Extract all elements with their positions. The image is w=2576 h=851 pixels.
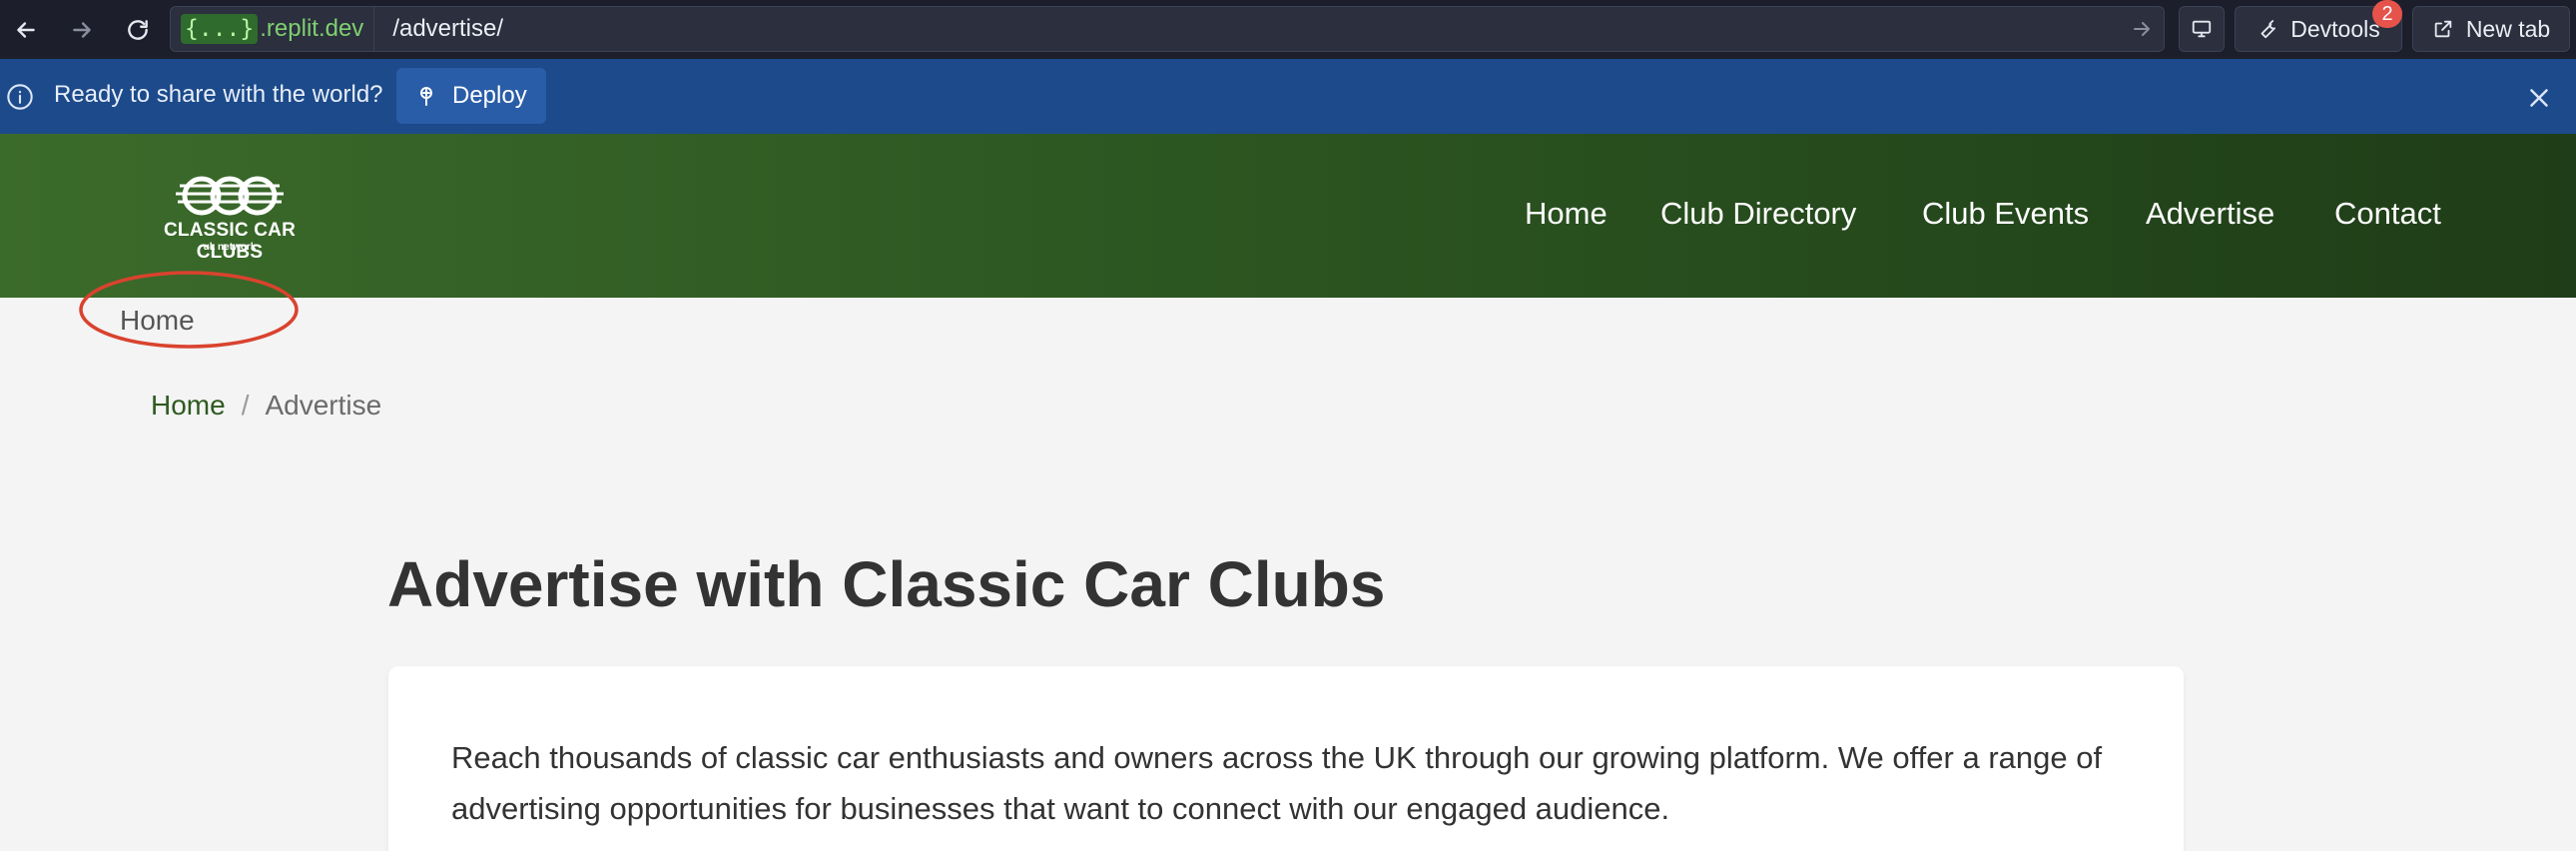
reload-button[interactable] bbox=[116, 8, 160, 52]
content-card: Reach thousands of classic car enthusias… bbox=[388, 666, 2184, 851]
preview-button[interactable] bbox=[2179, 6, 2225, 52]
devtools-label: Devtools bbox=[2290, 15, 2380, 42]
new-tab-button[interactable]: New tab bbox=[2412, 6, 2570, 52]
url-domain: .replit.dev bbox=[260, 15, 364, 42]
external-link-icon bbox=[2434, 20, 2452, 38]
breadcrumb-home[interactable]: Home bbox=[151, 390, 226, 422]
reload-icon bbox=[128, 20, 148, 40]
intro-paragraph: Reach thousands of classic car enthusias… bbox=[451, 740, 2103, 826]
home-link-overlay[interactable]: Home bbox=[120, 305, 195, 337]
new-tab-label: New tab bbox=[2465, 15, 2551, 42]
info-icon bbox=[7, 84, 33, 110]
site-header: CLASSIC CAR CLUBS uk network Home Club D… bbox=[0, 134, 2576, 298]
main-nav: Home Club Directory Club Events Advertis… bbox=[0, 196, 2576, 236]
devtools-badge: 2 bbox=[2372, 0, 2402, 28]
page-title: Advertise with Classic Car Clubs bbox=[387, 548, 1386, 620]
arrow-right-icon bbox=[73, 22, 91, 38]
monitor-icon bbox=[2192, 20, 2212, 38]
browser-toolbar: {...} .replit.dev /advertise/ Devtools 2… bbox=[0, 0, 2576, 59]
breadcrumb-separator: / bbox=[241, 390, 250, 421]
close-icon[interactable] bbox=[2524, 83, 2554, 113]
deploy-button[interactable]: Deploy bbox=[396, 68, 546, 124]
logo-subtitle: uk network bbox=[203, 242, 257, 253]
url-host: {...} .replit.dev bbox=[171, 7, 375, 51]
address-bar[interactable]: {...} .replit.dev /advertise/ bbox=[170, 6, 2165, 52]
banner-message: Ready to share with the world? bbox=[54, 81, 383, 108]
arrow-left-icon bbox=[17, 22, 35, 38]
breadcrumb: Home / Advertise bbox=[151, 390, 381, 422]
nav-contact[interactable]: Contact bbox=[2334, 196, 2441, 232]
go-arrow-icon[interactable] bbox=[2130, 17, 2154, 41]
forward-button[interactable] bbox=[60, 8, 104, 52]
deploy-icon bbox=[420, 87, 432, 106]
deploy-banner: Ready to share with the world? bbox=[0, 59, 2576, 134]
back-button[interactable] bbox=[4, 8, 48, 52]
deploy-label: Deploy bbox=[452, 82, 527, 109]
url-braces: {...} bbox=[181, 14, 259, 44]
nav-club-events[interactable]: Club Events bbox=[1922, 196, 2089, 232]
url-path[interactable]: /advertise/ bbox=[392, 15, 503, 43]
wrench-icon bbox=[2260, 20, 2276, 39]
nav-club-directory[interactable]: Club Directory bbox=[1660, 196, 1856, 232]
breadcrumb-current: Advertise bbox=[265, 390, 382, 421]
nav-advertise[interactable]: Advertise bbox=[2146, 196, 2274, 232]
nav-home[interactable]: Home bbox=[1525, 196, 1608, 232]
